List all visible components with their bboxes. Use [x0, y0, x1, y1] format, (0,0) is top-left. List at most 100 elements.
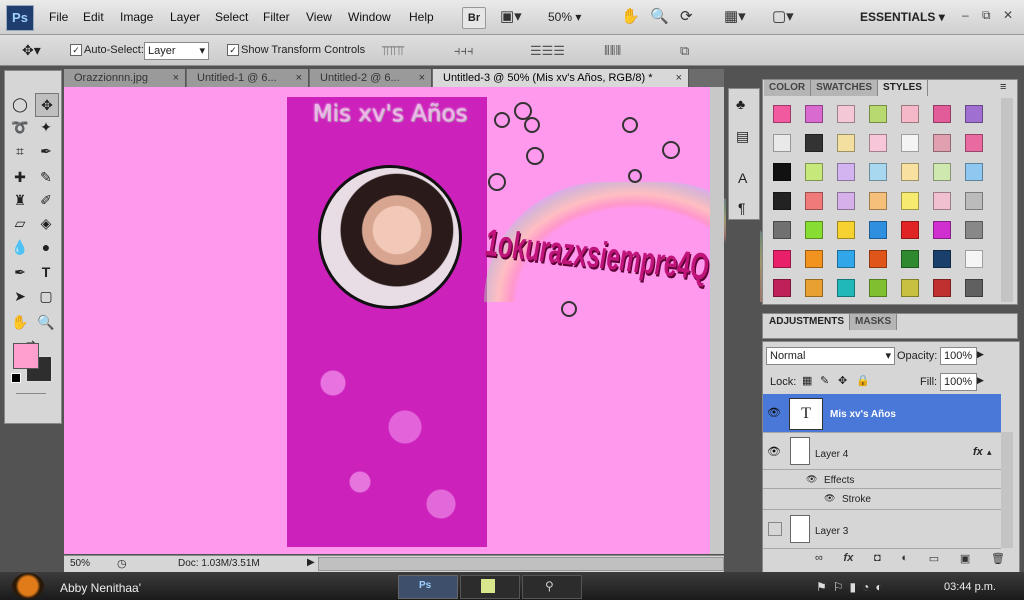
taskbar-app-button-2[interactable]: ⚲: [522, 575, 582, 599]
foreground-color-swatch[interactable]: [13, 343, 39, 369]
style-swatch[interactable]: [926, 214, 954, 242]
style-swatch[interactable]: [830, 243, 858, 271]
style-swatch[interactable]: [894, 272, 922, 300]
arrange-documents-icon[interactable]: ▦▾: [724, 7, 746, 25]
path-selection-icon[interactable]: ➤: [9, 285, 31, 307]
layers-scrollbar[interactable]: [1001, 432, 1013, 548]
zoom-tool-icon[interactable]: 🔍: [650, 7, 669, 25]
style-swatch[interactable]: [894, 127, 922, 155]
style-swatch[interactable]: [862, 156, 890, 184]
tab-color[interactable]: COLOR: [764, 80, 812, 96]
character-panel-icon[interactable]: A: [738, 170, 747, 186]
style-swatch[interactable]: [926, 243, 954, 271]
style-swatch[interactable]: [830, 127, 858, 155]
visibility-eye-icon[interactable]: 👁: [767, 406, 781, 419]
history-icon[interactable]: ▤: [736, 128, 749, 145]
marquee-tool-icon[interactable]: ◯: [9, 93, 31, 115]
zoom-tool-icon-toolbox[interactable]: 🔍: [35, 311, 57, 333]
style-swatch[interactable]: [798, 185, 826, 213]
style-swatch[interactable]: [798, 127, 826, 155]
style-swatch[interactable]: [958, 272, 986, 300]
style-swatch[interactable]: [798, 156, 826, 184]
panel-menu-icon[interactable]: ≡: [1000, 81, 1006, 93]
dodge-tool-icon[interactable]: ●: [35, 236, 57, 258]
system-tray-icons[interactable]: ⚑⚐▮◔◐: [816, 580, 889, 594]
tab-untitled-1[interactable]: Untitled-1 @ 6... ×: [187, 69, 309, 87]
style-swatch[interactable]: [766, 214, 794, 242]
tab-close-icon[interactable]: ×: [419, 69, 425, 87]
layer-name[interactable]: Layer 3: [815, 526, 848, 537]
status-preview-icon[interactable]: ◷: [117, 557, 127, 570]
distribute-left-icon[interactable]: ⦀⦀⦀: [604, 43, 621, 59]
style-swatch[interactable]: [798, 214, 826, 242]
style-swatch[interactable]: [958, 243, 986, 271]
style-swatch[interactable]: [830, 98, 858, 126]
style-swatch[interactable]: [958, 98, 986, 126]
paint-bucket-icon[interactable]: ◈: [35, 212, 57, 234]
style-swatch[interactable]: [862, 243, 890, 271]
tab-styles[interactable]: STYLES: [878, 80, 928, 96]
effects-eye-icon[interactable]: 👁: [806, 474, 817, 485]
styles-scrollbar[interactable]: [1001, 98, 1013, 302]
style-swatch[interactable]: [830, 185, 858, 213]
menu-select[interactable]: Select: [215, 10, 248, 24]
default-colors-icon[interactable]: [11, 373, 21, 383]
style-swatch[interactable]: [926, 185, 954, 213]
navigator-icon[interactable]: ♣: [736, 96, 745, 112]
lock-transparency-icon[interactable]: ▦: [802, 374, 812, 387]
tab-swatches[interactable]: SWATCHES: [811, 80, 879, 96]
stroke-eye-icon[interactable]: 👁: [824, 493, 835, 504]
lock-pixels-icon[interactable]: ✎: [820, 374, 829, 387]
style-swatch[interactable]: [894, 98, 922, 126]
style-swatch[interactable]: [862, 127, 890, 155]
tab-masks[interactable]: MASKS: [850, 314, 898, 330]
tab-adjustments[interactable]: ADJUSTMENTS: [764, 314, 851, 330]
zoom-dropdown[interactable]: 50% ▾: [548, 10, 581, 24]
style-swatch[interactable]: [862, 98, 890, 126]
style-swatch[interactable]: [926, 272, 954, 300]
eyedropper-icon[interactable]: ✒: [35, 140, 57, 162]
style-swatch[interactable]: [958, 185, 986, 213]
status-menu-arrow-icon[interactable]: ▶: [307, 557, 315, 568]
style-swatch[interactable]: [798, 243, 826, 271]
rotate-view-icon[interactable]: ⟳: [680, 7, 693, 25]
visibility-eye-icon[interactable]: 👁: [767, 445, 781, 458]
style-swatch[interactable]: [958, 127, 986, 155]
workspace-switcher[interactable]: ESSENTIALS ▾: [860, 10, 945, 24]
style-swatch[interactable]: [766, 98, 794, 126]
screen-mode-icon[interactable]: ▣▾: [500, 7, 522, 25]
menu-image[interactable]: Image: [120, 10, 153, 24]
new-group-icon[interactable]: ▭: [929, 552, 939, 565]
canvas-horizontal-scrollbar[interactable]: [318, 557, 724, 571]
taskbar-app-button[interactable]: [460, 575, 520, 599]
paragraph-panel-icon[interactable]: ¶: [738, 200, 746, 216]
eraser-icon[interactable]: ▱: [9, 212, 31, 234]
style-swatch[interactable]: [798, 272, 826, 300]
brush-tool-icon[interactable]: ✎: [35, 166, 57, 188]
clone-stamp-icon[interactable]: ♜: [9, 189, 31, 211]
lasso-tool-icon[interactable]: ➰: [9, 116, 31, 138]
type-tool-icon[interactable]: T: [35, 261, 57, 283]
fill-field[interactable]: 100%: [940, 373, 977, 391]
style-swatch[interactable]: [830, 214, 858, 242]
style-swatch[interactable]: [862, 272, 890, 300]
menu-layer[interactable]: Layer: [170, 10, 200, 24]
fill-arrow-icon[interactable]: ▶: [977, 375, 984, 386]
style-swatch[interactable]: [926, 156, 954, 184]
minimize-button[interactable]: –: [962, 8, 969, 22]
layer-name[interactable]: Mis xv's Años: [830, 409, 896, 420]
healing-brush-icon[interactable]: ✚: [9, 166, 31, 188]
add-mask-icon[interactable]: ◘: [874, 552, 881, 565]
style-swatch[interactable]: [766, 156, 794, 184]
style-swatch[interactable]: [894, 243, 922, 271]
style-swatch[interactable]: [926, 127, 954, 155]
style-swatch[interactable]: [766, 243, 794, 271]
layer-name[interactable]: Layer 4: [815, 449, 848, 460]
style-swatch[interactable]: [958, 156, 986, 184]
show-transform-checkbox[interactable]: ✓: [227, 44, 239, 56]
menu-view[interactable]: View: [306, 10, 332, 24]
style-swatch[interactable]: [798, 98, 826, 126]
shape-tool-icon[interactable]: ▢: [35, 285, 57, 307]
style-swatch[interactable]: [830, 272, 858, 300]
collapse-effects-icon[interactable]: ▴: [987, 447, 992, 458]
